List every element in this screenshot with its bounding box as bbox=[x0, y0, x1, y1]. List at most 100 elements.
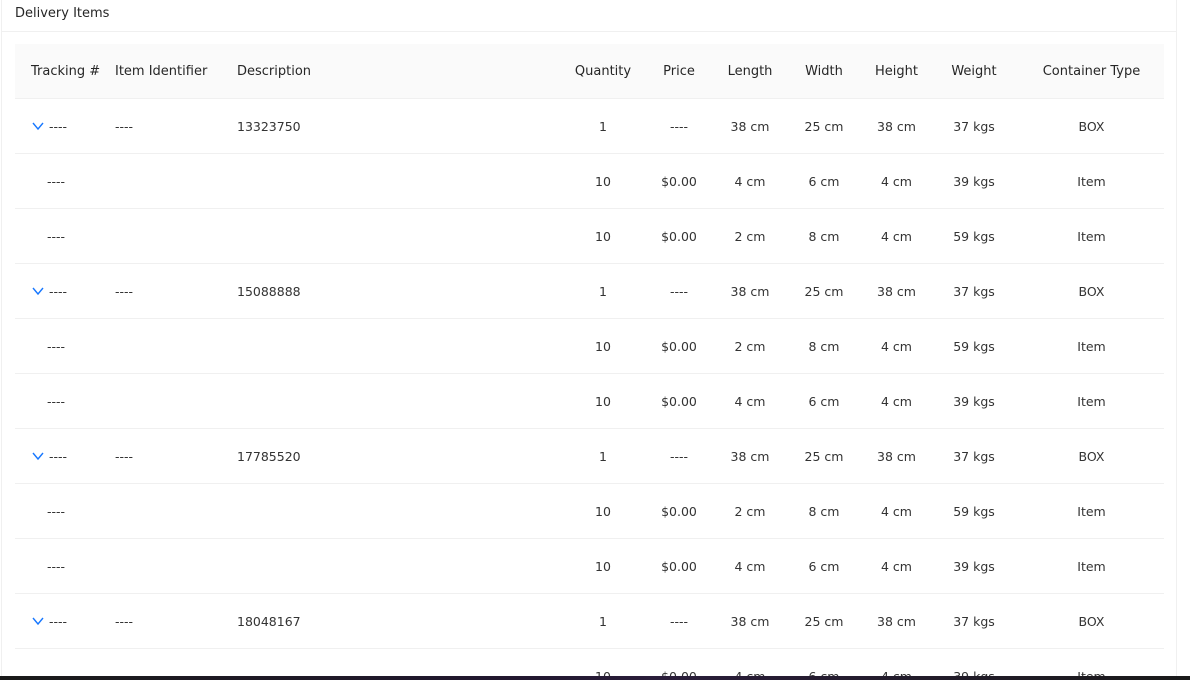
quantity-cell: 10 bbox=[564, 208, 642, 264]
table-row-parent: ---- ---- 17785520 1 ---- 38 cm 25 cm 38… bbox=[15, 428, 1164, 484]
tracking-value: ---- bbox=[49, 283, 68, 299]
width-cell: 25 cm bbox=[784, 98, 864, 154]
container-type-cell: Item bbox=[1019, 318, 1164, 374]
item-identifier-cell bbox=[115, 538, 237, 594]
price-cell: $0.00 bbox=[642, 318, 716, 374]
weight-cell: 39 kgs bbox=[929, 538, 1019, 594]
container-type-cell: Item bbox=[1019, 648, 1164, 676]
height-cell: 4 cm bbox=[864, 483, 929, 539]
description-cell bbox=[237, 648, 564, 676]
width-cell: 8 cm bbox=[784, 318, 864, 374]
weight-cell: 37 kgs bbox=[929, 593, 1019, 649]
delivery-items-card: Delivery Items Tracking # Item Identifie… bbox=[1, 0, 1177, 676]
table-row-child: ---- 10 $0.00 4 cm 6 cm 4 cm 39 kgs Item bbox=[15, 153, 1164, 209]
taskbar-edge bbox=[0, 676, 1190, 680]
length-cell: 2 cm bbox=[716, 318, 784, 374]
tracking-value: ---- bbox=[49, 448, 68, 464]
chevron-down-icon[interactable] bbox=[31, 614, 45, 628]
col-header-weight[interactable]: Weight bbox=[929, 44, 1019, 99]
description-cell: 17785520 bbox=[237, 428, 564, 484]
weight-cell: 39 kgs bbox=[929, 153, 1019, 209]
table-header: Tracking # Item Identifier Description Q… bbox=[15, 44, 1164, 99]
table-row-child: ---- 10 $0.00 4 cm 6 cm 4 cm 39 kgs Item bbox=[15, 538, 1164, 594]
tracking-cell: ---- bbox=[15, 483, 115, 539]
table-row-child: ---- 10 $0.00 2 cm 8 cm 4 cm 59 kgs Item bbox=[15, 483, 1164, 539]
quantity-cell: 10 bbox=[564, 648, 642, 676]
item-identifier-cell bbox=[115, 373, 237, 429]
table-row-parent: ---- ---- 15088888 1 ---- 38 cm 25 cm 38… bbox=[15, 263, 1164, 319]
weight-cell: 59 kgs bbox=[929, 483, 1019, 539]
height-cell: 38 cm bbox=[864, 428, 929, 484]
tracking-cell: ---- bbox=[15, 208, 115, 264]
tracking-cell: ---- bbox=[15, 428, 115, 484]
width-cell: 6 cm bbox=[784, 373, 864, 429]
col-header-container-type[interactable]: Container Type bbox=[1019, 44, 1164, 99]
container-type-cell: BOX bbox=[1019, 263, 1164, 319]
height-cell: 4 cm bbox=[864, 648, 929, 676]
description-cell bbox=[237, 153, 564, 209]
length-cell: 4 cm bbox=[716, 538, 784, 594]
quantity-cell: 1 bbox=[564, 263, 642, 319]
length-cell: 38 cm bbox=[716, 98, 784, 154]
price-cell: $0.00 bbox=[642, 538, 716, 594]
width-cell: 25 cm bbox=[784, 593, 864, 649]
length-cell: 38 cm bbox=[716, 263, 784, 319]
quantity-cell: 1 bbox=[564, 593, 642, 649]
width-cell: 25 cm bbox=[784, 428, 864, 484]
col-header-tracking[interactable]: Tracking # bbox=[15, 44, 115, 99]
container-type-cell: Item bbox=[1019, 208, 1164, 264]
col-header-description[interactable]: Description bbox=[237, 44, 564, 99]
width-cell: 8 cm bbox=[784, 208, 864, 264]
container-type-cell: Item bbox=[1019, 373, 1164, 429]
table-row-parent: ---- ---- 18048167 1 ---- 38 cm 25 cm 38… bbox=[15, 593, 1164, 649]
col-header-length[interactable]: Length bbox=[716, 44, 784, 99]
weight-cell: 39 kgs bbox=[929, 373, 1019, 429]
item-identifier-cell: ---- bbox=[115, 428, 237, 484]
length-cell: 2 cm bbox=[716, 483, 784, 539]
price-cell: $0.00 bbox=[642, 648, 716, 676]
length-cell: 2 cm bbox=[716, 208, 784, 264]
height-cell: 4 cm bbox=[864, 538, 929, 594]
table-row-child: ---- 10 $0.00 4 cm 6 cm 4 cm 39 kgs Item bbox=[15, 373, 1164, 429]
chevron-down-icon[interactable] bbox=[31, 284, 45, 298]
weight-cell: 39 kgs bbox=[929, 648, 1019, 676]
height-cell: 4 cm bbox=[864, 208, 929, 264]
description-cell bbox=[237, 483, 564, 539]
col-header-quantity[interactable]: Quantity bbox=[564, 44, 642, 99]
container-type-cell: Item bbox=[1019, 483, 1164, 539]
item-identifier-cell bbox=[115, 483, 237, 539]
container-type-cell: BOX bbox=[1019, 98, 1164, 154]
tracking-value: ---- bbox=[49, 118, 68, 134]
chevron-down-icon[interactable] bbox=[31, 449, 45, 463]
col-header-item-identifier[interactable]: Item Identifier bbox=[115, 44, 237, 99]
length-cell: 38 cm bbox=[716, 428, 784, 484]
tracking-cell: ---- bbox=[15, 153, 115, 209]
length-cell: 38 cm bbox=[716, 593, 784, 649]
width-cell: 6 cm bbox=[784, 648, 864, 676]
item-identifier-cell bbox=[115, 153, 237, 209]
tracking-cell: ---- bbox=[15, 98, 115, 154]
weight-cell: 37 kgs bbox=[929, 428, 1019, 484]
quantity-cell: 10 bbox=[564, 538, 642, 594]
table-body: ---- ---- 13323750 1 ---- 38 cm 25 cm 38… bbox=[15, 98, 1164, 676]
container-type-cell: Item bbox=[1019, 153, 1164, 209]
col-header-height[interactable]: Height bbox=[864, 44, 929, 99]
container-type-cell: Item bbox=[1019, 538, 1164, 594]
quantity-cell: 1 bbox=[564, 98, 642, 154]
col-header-width[interactable]: Width bbox=[784, 44, 864, 99]
item-identifier-cell bbox=[115, 648, 237, 676]
quantity-cell: 10 bbox=[564, 318, 642, 374]
price-cell: ---- bbox=[642, 263, 716, 319]
delivery-items-table: Tracking # Item Identifier Description Q… bbox=[15, 44, 1164, 676]
description-cell bbox=[237, 318, 564, 374]
width-cell: 25 cm bbox=[784, 263, 864, 319]
quantity-cell: 10 bbox=[564, 483, 642, 539]
item-identifier-cell bbox=[115, 208, 237, 264]
chevron-down-icon[interactable] bbox=[31, 119, 45, 133]
quantity-cell: 1 bbox=[564, 428, 642, 484]
price-cell: $0.00 bbox=[642, 483, 716, 539]
col-header-price[interactable]: Price bbox=[642, 44, 716, 99]
tracking-cell: ---- bbox=[15, 373, 115, 429]
container-type-cell: BOX bbox=[1019, 428, 1164, 484]
table-row-child: ---- 10 $0.00 4 cm 6 cm 4 cm 39 kgs Item bbox=[15, 648, 1164, 676]
